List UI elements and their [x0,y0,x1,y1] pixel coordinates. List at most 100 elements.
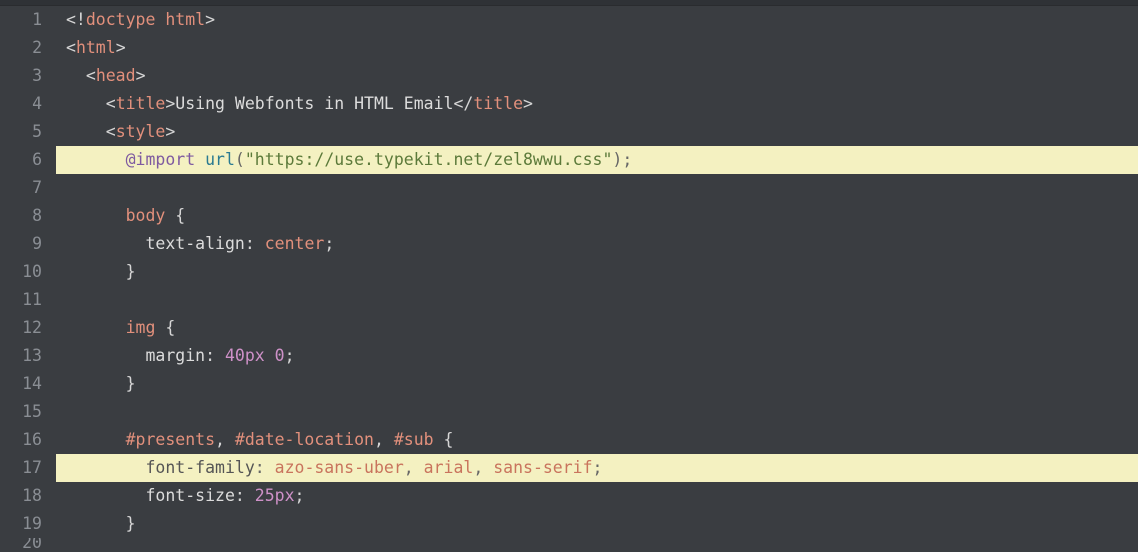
line-number: 8 [0,202,56,230]
code-content[interactable]: body { [56,202,185,230]
html-tag: html [76,38,116,57]
code-content[interactable]: <title>Using Webfonts in HTML Email</tit… [56,90,533,118]
indent [66,346,145,365]
line-number: 9 [0,230,56,258]
code-line[interactable]: 10 } [0,258,1138,286]
colon: : [235,486,245,505]
url-string: https://use.typekit.net/zel8wwu.css [255,150,603,169]
head-tag: head [96,66,136,85]
line-number: 1 [0,6,56,34]
code-content[interactable]: font-family: azo-sans-uber, arial, sans-… [56,454,602,482]
code-line[interactable]: 11 [0,286,1138,314]
title-text: Using Webfonts in HTML Email [175,94,453,113]
code-line[interactable]: 20 [0,538,1138,548]
line-number: 4 [0,90,56,118]
code-line[interactable]: 14 } [0,370,1138,398]
code-line[interactable]: 5 <style> [0,118,1138,146]
paren: ( [235,150,245,169]
line-number: 3 [0,62,56,90]
code-content[interactable]: font-size: 25px; [56,482,304,510]
code-content[interactable]: <!doctype html> [56,6,215,34]
code-line[interactable]: 16 #presents, #date-location, #sub { [0,426,1138,454]
line-number: 14 [0,370,56,398]
indent [66,430,126,449]
indent [66,318,126,337]
comma: , [374,430,384,449]
code-content[interactable]: margin: 40px 0; [56,342,295,370]
code-content[interactable]: img { [56,314,175,342]
code-content[interactable]: } [56,370,136,398]
code-line[interactable]: 8 body { [0,202,1138,230]
code-line[interactable]: 1 <!doctype html> [0,6,1138,34]
space [265,458,275,477]
bracket: > [165,94,175,113]
code-line[interactable]: 12 img { [0,314,1138,342]
line-number: 5 [0,118,56,146]
code-content[interactable]: } [56,510,136,538]
space [195,150,205,169]
brace: { [175,206,185,225]
line-number: 7 [0,174,56,202]
colon: : [255,458,265,477]
code-content[interactable]: } [56,258,136,286]
indent [66,262,126,281]
code-content[interactable]: <style> [56,118,175,146]
font-azo: azo-sans-uber [275,458,404,477]
line-highlight [687,454,1138,482]
line-number: 17 [0,454,56,482]
line-number: 16 [0,426,56,454]
code-content[interactable]: <head> [56,62,146,90]
code-line[interactable]: 7 [0,174,1138,202]
code-content[interactable]: text-align: center; [56,230,334,258]
code-line[interactable]: 18 font-size: 25px; [0,482,1138,510]
line-number: 11 [0,286,56,314]
at-import-keyword: @import [126,150,196,169]
title-tag: title [473,94,523,113]
indent [66,94,106,113]
code-line[interactable]: 3 <head> [0,62,1138,90]
space [225,430,235,449]
code-line[interactable]: 2 <html> [0,34,1138,62]
semicolon: ; [324,234,334,253]
text-align-property: text-align [145,234,244,253]
semicolon: ; [285,346,295,365]
indent [66,206,126,225]
code-line[interactable]: 9 text-align: center; [0,230,1138,258]
bracket: < [106,122,116,141]
bracket: < [66,38,76,57]
code-content[interactable]: @import url("https://use.typekit.net/zel… [56,146,632,174]
bracket: <! [66,10,86,29]
indent [66,66,86,85]
code-content[interactable]: <html> [56,34,126,62]
line-number: 18 [0,482,56,510]
line-number: 13 [0,342,56,370]
bracket: > [205,10,215,29]
space [414,458,424,477]
line-number: 20 [0,538,56,548]
code-line[interactable]: 4 <title>Using Webfonts in HTML Email</t… [0,90,1138,118]
brace: { [444,430,454,449]
code-line[interactable]: 15 [0,398,1138,426]
space [384,430,394,449]
line-number: 19 [0,510,56,538]
code-editor[interactable]: 1 <!doctype html> 2 <html> 3 <head> 4 <t… [0,6,1138,548]
code-line[interactable]: 19 } [0,510,1138,538]
margin-value: 40px [225,346,265,365]
line-number: 12 [0,314,56,342]
comma: , [215,430,225,449]
code-content[interactable]: #presents, #date-location, #sub { [56,426,453,454]
bracket: > [136,66,146,85]
code-line[interactable]: 13 margin: 40px 0; [0,342,1138,370]
indent [66,486,145,505]
img-selector: img [126,318,156,337]
brace: } [126,514,136,533]
sub-selector: #sub [394,430,434,449]
line-number: 2 [0,34,56,62]
line-number: 6 [0,146,56,174]
bracket: < [106,94,116,113]
indent [66,122,106,141]
colon: : [205,346,215,365]
indent [66,150,126,169]
space [165,206,175,225]
brace: } [126,262,136,281]
